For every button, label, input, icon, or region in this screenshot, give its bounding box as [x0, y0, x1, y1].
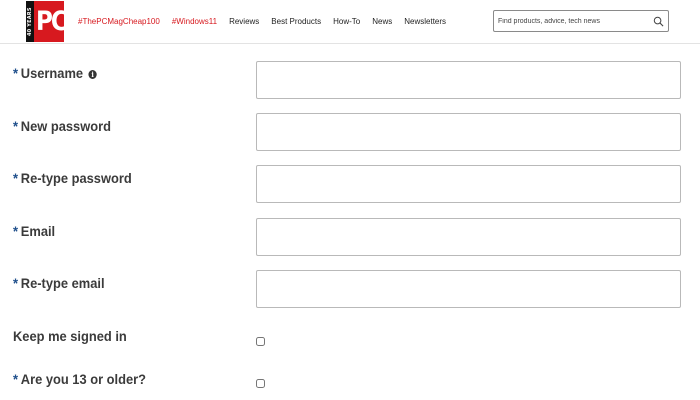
required-marker: * [13, 223, 19, 239]
search-icon[interactable] [653, 16, 664, 27]
retype-email-field[interactable] [256, 270, 681, 308]
username-field[interactable] [256, 61, 681, 99]
nav-item-how-to[interactable]: How-To [333, 17, 360, 26]
nav-item-thepcmagcheap100[interactable]: #ThePCMagCheap100 [78, 17, 160, 26]
username-label: * Username i [13, 65, 97, 81]
retype-password-field[interactable] [256, 165, 681, 203]
required-marker: * [13, 118, 19, 134]
email-label: * Email [13, 223, 56, 239]
keep-signed-in-label: Keep me signed in [13, 328, 127, 344]
site-header: 40 YEARS PC #ThePCMagCheap100 #Windows11… [0, 0, 700, 44]
email-field[interactable] [256, 218, 681, 256]
new-password-field[interactable] [256, 113, 681, 151]
search-input[interactable] [498, 13, 648, 29]
keep-signed-in-checkbox[interactable] [256, 337, 265, 346]
new-password-label: * New password [13, 118, 111, 134]
age-confirm-checkbox[interactable] [256, 379, 265, 388]
logo-text: PC [36, 6, 68, 37]
required-marker: * [13, 371, 19, 387]
required-marker: * [13, 170, 19, 186]
nav-item-windows11[interactable]: #Windows11 [172, 17, 217, 26]
nav-item-newsletters[interactable]: Newsletters [404, 17, 446, 26]
nav-item-reviews[interactable]: Reviews [229, 17, 259, 26]
nav-item-news[interactable]: News [372, 17, 392, 26]
logo-anniversary-badge: 40 YEARS [26, 1, 34, 42]
main-nav: #ThePCMagCheap100 #Windows11 Reviews Bes… [78, 17, 458, 26]
retype-password-label: * Re-type password [13, 170, 132, 186]
age-confirm-label: * Are you 13 or older? [13, 371, 147, 387]
nav-item-best-products[interactable]: Best Products [271, 17, 321, 26]
info-icon[interactable]: i [88, 70, 97, 79]
pcmag-logo[interactable]: 40 YEARS PC [26, 1, 68, 42]
required-marker: * [13, 275, 19, 291]
required-marker: * [13, 65, 19, 81]
search-box [493, 10, 669, 32]
retype-email-label: * Re-type email [13, 275, 105, 291]
